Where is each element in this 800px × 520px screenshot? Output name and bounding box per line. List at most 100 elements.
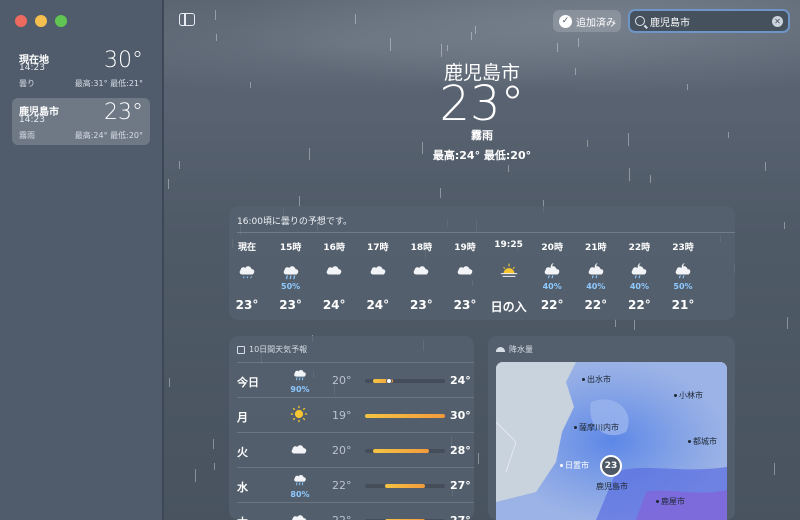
hour-temp: 23° [410, 298, 433, 312]
hour-column: 17時 24° [356, 240, 400, 312]
calendar-icon [237, 345, 245, 354]
map-city-name: 出水市 [587, 375, 611, 384]
map-city-dot [574, 426, 577, 429]
rain-streak [774, 463, 775, 475]
cloud-moon-rain-icon [574, 260, 618, 282]
hour-column: 21時 40% 22° [574, 240, 618, 312]
sunset-icon [487, 260, 531, 282]
location-temp: 30° [104, 48, 143, 73]
precipitation-map-panel[interactable]: 降水量 出水市小林市薩摩川内市都城市日置市鹿児島市鹿屋市 23 [488, 336, 735, 520]
temp-range-fill [385, 484, 425, 488]
clear-search-icon[interactable]: ✕ [772, 15, 783, 27]
hour-precip [399, 282, 443, 294]
added-label: 追加済み [576, 17, 616, 29]
rain-streak [508, 165, 509, 172]
forecast-row[interactable]: 水 80% 22° 27° [237, 467, 474, 502]
cloud-icon [289, 439, 311, 461]
location-hilo: 最高:31° 最低:21° [74, 79, 143, 88]
hour-precip [229, 282, 269, 294]
current-temp-dot [386, 378, 392, 384]
hour-precip [487, 282, 531, 294]
location-card-kagoshima[interactable]: 鹿児島市 14:23 23° 霧雨 最高:24° 最低:20° [12, 98, 150, 145]
minimize-button[interactable] [35, 15, 47, 27]
hour-precip: 40% [542, 282, 562, 291]
hour-label: 18時 [410, 243, 433, 253]
forecast-row[interactable]: 火 20° 28° [237, 432, 474, 467]
map-city-dot [674, 394, 677, 397]
precipitation-map[interactable]: 出水市小林市薩摩川内市都城市日置市鹿児島市鹿屋市 23 [496, 362, 727, 520]
cloud-rain-icon [292, 470, 314, 492]
map-city-label: 鹿児島市 [596, 481, 628, 492]
close-button[interactable] [15, 15, 27, 27]
hour-label: 22時 [628, 243, 651, 253]
hour-column: 19:25 日の入 [487, 240, 531, 315]
rain-streak [440, 188, 441, 198]
hero-temperature: 23° [439, 76, 525, 132]
sidebar-toggle-icon[interactable] [179, 13, 195, 26]
rain-streak [650, 175, 651, 183]
cloud-icon [443, 260, 487, 282]
rain-streak [214, 463, 215, 470]
rain-streak [578, 38, 579, 47]
added-button[interactable]: ✓ 追加済み [553, 10, 621, 32]
hour-label: 23時 [672, 243, 694, 253]
temp-range-bar [365, 414, 445, 418]
map-city-label: 薩摩川内市 [574, 422, 619, 433]
day-name: 水 [237, 481, 248, 494]
temp-range-fill [365, 414, 445, 418]
hour-temp: 21° [671, 298, 695, 312]
cloud-rain-icon [269, 260, 313, 282]
map-city-name: 鹿児島市 [596, 482, 628, 491]
search-input[interactable] [650, 15, 767, 27]
map-city-label: 日置市 [560, 460, 589, 471]
hour-precip [356, 282, 400, 294]
hour-column: 15時 50% 23° [269, 240, 313, 312]
precipitation-title-text: 降水量 [509, 345, 533, 354]
sidebar: 現在地 14:23 30° 曇り 最高:31° 最低:21° 鹿児島市 14:2… [0, 0, 163, 520]
hour-precip: 50% [281, 282, 301, 291]
precipitation-title: 降水量 [496, 344, 533, 355]
hour-precip: 40% [629, 282, 649, 291]
day-high-temp: 27° [450, 514, 471, 520]
location-condition: 霧雨 [19, 131, 35, 140]
cloud-moon-rain-icon [661, 260, 705, 282]
checkmark-icon: ✓ [559, 14, 572, 28]
hour-temp: 23° [453, 298, 477, 312]
map-city-name: 都城市 [693, 437, 717, 446]
rain-streak [787, 317, 788, 329]
ten-day-forecast-panel[interactable]: 10日間天気予報 今日 90% 20° 24° 月 19° 30° 火 20° 28° 水 80% 22… [229, 336, 474, 520]
hour-label: 15時 [279, 243, 302, 253]
hour-label: 20時 [541, 243, 563, 253]
forecast-row[interactable]: 今日 90% 20° 24° [237, 362, 474, 397]
day-low-temp: 20° [332, 374, 352, 387]
location-pin[interactable]: 23 [600, 455, 622, 477]
map-city-name: 薩摩川内市 [579, 423, 619, 432]
search-icon [635, 16, 645, 26]
forecast-row[interactable]: 木 22° 27° [237, 502, 474, 520]
day-high-temp: 27° [450, 479, 471, 492]
hourly-forecast-panel[interactable]: 16:00頃に曇りの予想です。 現在 23° 15時 50% 23° 16時 24° 17時 2… [229, 206, 735, 320]
search-field[interactable]: ✕ [628, 9, 790, 33]
map-city-name: 鹿屋市 [661, 497, 685, 506]
day-high-temp: 30° [450, 409, 471, 422]
temp-range-bar [365, 378, 445, 384]
window-controls [15, 15, 67, 27]
rain-streak [213, 439, 214, 449]
zoom-button[interactable] [55, 15, 67, 27]
hourly-summary: 16:00頃に曇りの予想です。 [237, 217, 353, 227]
cloud-icon [356, 260, 400, 282]
location-card-current[interactable]: 現在地 14:23 30° 曇り 最高:31° 最低:21° [12, 46, 150, 93]
map-city-dot [560, 464, 563, 467]
forecast-row[interactable]: 月 19° 30° [237, 397, 474, 432]
rain-streak [215, 10, 216, 20]
rain-streak [390, 38, 391, 51]
hour-label: 現在 [237, 243, 256, 253]
hour-temp: 24° [322, 298, 346, 312]
rain-streak [634, 320, 635, 330]
location-hilo: 最高:24° 最低:20° [74, 131, 143, 140]
hour-temp: 22° [628, 298, 651, 312]
rain-streak [441, 44, 442, 57]
day-name: 月 [237, 411, 248, 424]
map-city-label: 小林市 [674, 390, 703, 401]
rain-streak [784, 222, 785, 229]
